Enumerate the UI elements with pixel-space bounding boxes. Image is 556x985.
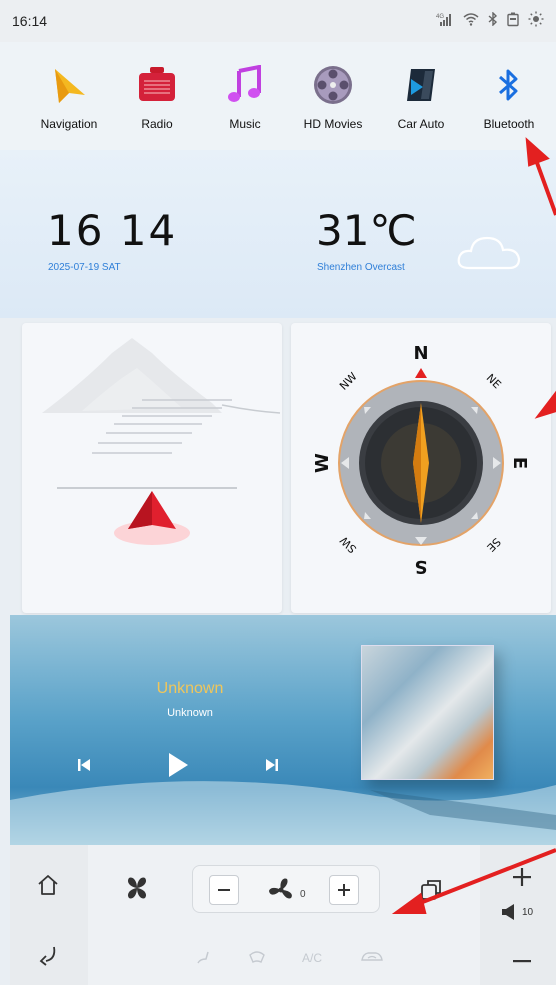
bluetooth-status-icon: [488, 11, 498, 30]
status-time: 16:14: [12, 13, 48, 29]
status-bar: 16:14 4G: [0, 0, 556, 42]
fan-increase-button[interactable]: [329, 875, 359, 905]
volume-down-button[interactable]: [512, 951, 532, 976]
music-player-panel: Unknown Unknown: [10, 615, 556, 845]
window-switch-icon: [421, 880, 441, 900]
compass-label-nw: NW: [337, 370, 360, 393]
plus-icon: [513, 868, 531, 886]
radio-icon: [134, 62, 180, 108]
compass-label-sw: SW: [337, 534, 359, 556]
recirculation-button[interactable]: [418, 877, 444, 908]
north-marker-icon: [415, 368, 427, 378]
back-icon: [39, 946, 56, 966]
weather-location-condition: Shenzhen Overcast: [317, 262, 405, 273]
ac-button[interactable]: A/C: [302, 951, 322, 965]
fan-mode-button[interactable]: [124, 875, 150, 906]
signal-label: 4G: [436, 14, 444, 20]
app-label: Music: [229, 117, 261, 131]
compass-widget-card[interactable]: N E S W NE SE SW NW: [291, 323, 551, 613]
music-wave-decoration: [10, 781, 556, 845]
battery-icon: [507, 12, 519, 31]
app-bluetooth[interactable]: Bluetooth: [465, 42, 553, 150]
car-recirculation-icon[interactable]: [360, 949, 384, 968]
app-label: HD Movies: [303, 117, 363, 131]
fan-level-value: 0: [300, 889, 306, 900]
app-label: Navigation: [40, 117, 98, 131]
compass-label-se: SE: [484, 535, 503, 554]
volume-level: 10: [522, 907, 534, 918]
back-button[interactable]: [36, 943, 60, 972]
app-car-auto[interactable]: Car Auto: [377, 42, 465, 150]
app-label: Bluetooth: [483, 117, 535, 131]
fan-icon: [127, 877, 147, 899]
status-icons: 4G: [436, 11, 544, 31]
seat-heat-icon[interactable]: [194, 949, 210, 968]
plus-icon: [338, 884, 350, 896]
volume-icon: [500, 904, 518, 925]
music-note-icon: [222, 62, 268, 108]
compass-label-e: E: [509, 457, 530, 469]
compass-label-n: N: [413, 343, 428, 364]
navigation-widget-card[interactable]: [22, 323, 282, 613]
clock-weather-panel: 16 14 2025-07-19 SAT 31℃ Shenzhen Overca…: [0, 150, 556, 318]
right-volume-column: 10: [480, 845, 556, 985]
defrost-icon[interactable]: [248, 949, 266, 968]
app-navigation[interactable]: Navigation: [25, 42, 113, 150]
left-nav-column: [10, 845, 88, 985]
minus-icon: [513, 960, 531, 963]
compass-label-ne: NE: [484, 371, 504, 391]
fan-speed-control: 0: [192, 865, 380, 913]
bluetooth-icon: [486, 62, 532, 108]
app-music[interactable]: Music: [201, 42, 289, 150]
fan-decrease-button[interactable]: [209, 875, 239, 905]
wifi-icon: [463, 12, 479, 30]
volume-up-button[interactable]: [512, 867, 532, 892]
compass-dial: N E S W NE SE SW NW: [312, 343, 530, 577]
navigation-arrow-icon: [46, 62, 92, 108]
app-hd-movies[interactable]: HD Movies: [289, 42, 377, 150]
clock-date: 2025-07-19 SAT: [48, 262, 121, 273]
brightness-icon: [528, 11, 544, 31]
compass-label-w: W: [312, 453, 333, 473]
app-label: Radio: [141, 117, 173, 131]
cloud-icon: [455, 232, 525, 277]
car-auto-icon: [398, 62, 444, 108]
compass-label-s: S: [415, 556, 428, 577]
app-radio[interactable]: Radio: [113, 42, 201, 150]
app-label: Car Auto: [397, 117, 445, 131]
film-reel-icon: [310, 62, 356, 108]
climate-control-bar: 0 A/C 10: [10, 845, 556, 985]
home-button[interactable]: [36, 873, 60, 902]
clock-time: 16 14: [47, 206, 178, 255]
minus-icon: [218, 889, 230, 891]
navigation-road-illustration: [42, 338, 281, 545]
fan-speed-icon: [267, 876, 297, 909]
home-icon: [38, 875, 58, 895]
weather-temperature: 31℃: [316, 206, 417, 255]
signal-icon: 4G: [436, 12, 454, 30]
app-launcher-row: Navigation Radio Music HD Movies Car Aut…: [0, 42, 556, 150]
